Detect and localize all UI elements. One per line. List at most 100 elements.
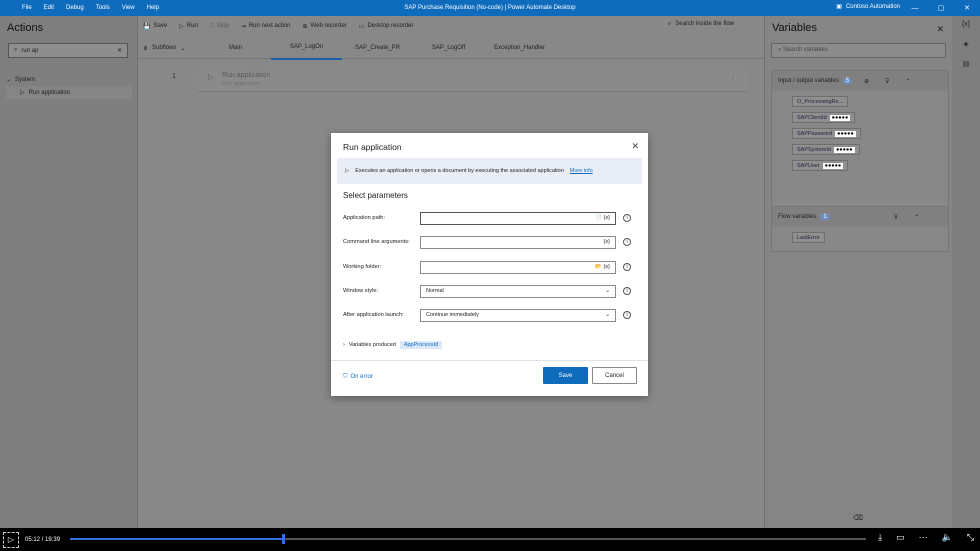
io-variable-chip[interactable]: SAPClientId ●●●●● [792,112,856,123]
folder-picker-icon[interactable]: 📂 {x} [595,264,610,270]
variables-title: Variables [772,22,818,34]
close-icon[interactable]: ✕ [631,141,639,152]
more-options-icon[interactable]: ⋮ [729,74,736,82]
play-icon: ▷ [179,23,184,30]
maximize-button[interactable]: ▢ [928,4,954,12]
subflows-dropdown[interactable]: ⋔ Subflows ⌄ [138,45,200,52]
seek-bar[interactable] [70,534,866,544]
info-icon[interactable]: i [623,238,631,246]
search-icon: ⌕ [667,21,672,27]
info-icon[interactable]: i [623,311,631,319]
ui-elements-icon[interactable]: ◈ [963,40,968,48]
play-icon[interactable]: ▷ [3,531,19,548]
io-variable-chip[interactable]: O_ProcessingRe... [792,96,849,107]
info-icon[interactable]: i [623,263,631,271]
working-folder-row: Working folder: 📂 {x} i [343,260,638,274]
captions-icon[interactable]: ▭ [896,532,905,543]
more-icon[interactable]: ⋯ [919,532,928,543]
minimize-button[interactable]: — [902,5,928,12]
filter-icon[interactable]: ⊽ [885,78,889,85]
save-button[interactable]: Save [543,367,588,384]
menu-help[interactable]: Help [147,5,159,11]
download-icon[interactable]: ⤓ [878,532,882,543]
chevron-up-icon[interactable]: ⌃ [906,78,911,85]
menu-debug[interactable]: Debug [66,5,84,11]
variables-search-input[interactable]: ⌕ Search variables [771,43,946,58]
close-window-button[interactable]: ✕ [954,4,980,12]
flow-section-header[interactable]: Flow variables 1 ⊽ ⌃ [772,207,948,227]
tab-exception-handler[interactable]: Exception_Handler [484,38,555,59]
subflows-label: Subflows [152,44,177,51]
run-label: Run [186,23,198,29]
menu-file[interactable]: File [22,5,32,11]
flow-variables-section: Flow variables 1 ⊽ ⌃ LastError [771,206,949,252]
tree-item-run-application[interactable]: ▷ Run application [6,86,132,99]
actions-tree: ⌄ System ▷ Run application [6,73,132,99]
tab-sap-logoff[interactable]: SAP_LogOff [413,38,484,59]
desktop-recorder-button[interactable]: ▭ Desktop recorder [359,23,414,30]
tree-group-system[interactable]: ⌄ System [6,73,132,86]
menu-view[interactable]: View [122,5,135,11]
tab-main[interactable]: Main [200,38,271,59]
menu-edit[interactable]: Edit [44,5,54,11]
actions-title: Actions [7,22,44,34]
add-icon[interactable]: ⊕ [864,78,869,85]
variable-value: ●●●●● [835,130,856,137]
on-error-button[interactable]: ⛉ On error [343,374,373,381]
variables-produced-label: Variables produced [348,342,396,348]
io-section-header[interactable]: Input / output variables 5 ⊕ ⊽ ⌃ [772,71,948,91]
images-icon[interactable]: ▤ [963,60,970,68]
play-outline-icon: ▷ [345,168,350,174]
save-label: Save [153,23,168,29]
window-style-select[interactable]: Normal ⌄ [420,284,616,298]
seek-thumb[interactable] [282,534,286,544]
flow-variable-chip[interactable]: LastError [792,232,825,243]
command-line-row: Command line arguments: {x} i [343,235,638,249]
volume-icon[interactable]: 🔈 [942,532,953,543]
save-toolbar-button[interactable]: 💾 Save [143,23,167,30]
field-label: Window style: [343,288,379,294]
file-picker-icon[interactable]: 📄 {x} [595,215,610,221]
step-subtitle: Run application [222,81,260,87]
chevron-up-icon[interactable]: ⌃ [914,214,919,221]
player-controls: ⤓ ▭ ⋯ 🔈 ⤡ [878,532,974,543]
cancel-button[interactable]: Cancel [592,367,637,384]
variable-badge[interactable]: AppProcessId [399,341,443,349]
application-path-input[interactable]: 📄 {x} [420,211,616,225]
org-switcher[interactable]: ▣ Contoso Automation [836,3,900,11]
web-recorder-button[interactable]: ⊕ Web recorder [303,23,347,30]
variable-value: ●●●●● [833,146,855,153]
variables-produced[interactable]: › Variables produced AppProcessId [343,341,443,349]
info-icon[interactable]: i [623,214,631,222]
eraser-icon[interactable]: ⌫ [853,514,863,522]
variables-search-placeholder: Search variables [783,47,828,53]
after-launch-select[interactable]: Continue immediately ⌄ [420,308,616,322]
variable-picker-icon[interactable]: {x} [604,239,610,245]
variables-icon[interactable]: {x} [962,21,970,28]
web-recorder-label: Web recorder [310,23,347,29]
close-pane-icon[interactable]: ✕ [936,24,944,35]
io-variable-chip[interactable]: SAPUser ●●●●● [792,160,849,171]
run-button[interactable]: ▷ Run [179,23,198,30]
variable-name: SAPSystemId [797,146,831,153]
actions-search-input[interactable]: ⌕ run ap ✕ [8,43,128,58]
desktop-recorder-label: Desktop recorder [367,23,414,29]
info-icon[interactable]: i [623,287,631,295]
menu-bar: File Edit Debug Tools View Help [0,5,159,11]
io-variable-chip[interactable]: SAPPassword ●●●●● [792,128,861,139]
tab-sap-logon[interactable]: SAP_LogOn [271,37,342,60]
chevron-down-icon: ⌄ [605,288,610,294]
io-variable-chip[interactable]: SAPSystemId ●●●●● [792,144,860,155]
flow-step[interactable]: ▷ Run application Run application ⋮ [198,70,748,92]
fullscreen-icon[interactable]: ⤡ [967,532,974,543]
clear-search-icon[interactable]: ✕ [117,47,122,54]
menu-tools[interactable]: Tools [96,5,110,11]
stop-button[interactable]: □ Stop [210,23,229,29]
more-info-link[interactable]: More info [570,168,593,174]
run-next-action-button[interactable]: ⇥ Run next action [241,23,291,30]
search-flow-input[interactable]: ⌕ Search inside the flow [668,21,734,28]
tab-sap-create-pr[interactable]: SAP_Create_PR [342,38,413,59]
working-folder-input[interactable]: 📂 {x} [420,260,616,274]
command-line-input[interactable]: {x} [420,235,616,249]
filter-icon[interactable]: ⊽ [894,214,898,221]
